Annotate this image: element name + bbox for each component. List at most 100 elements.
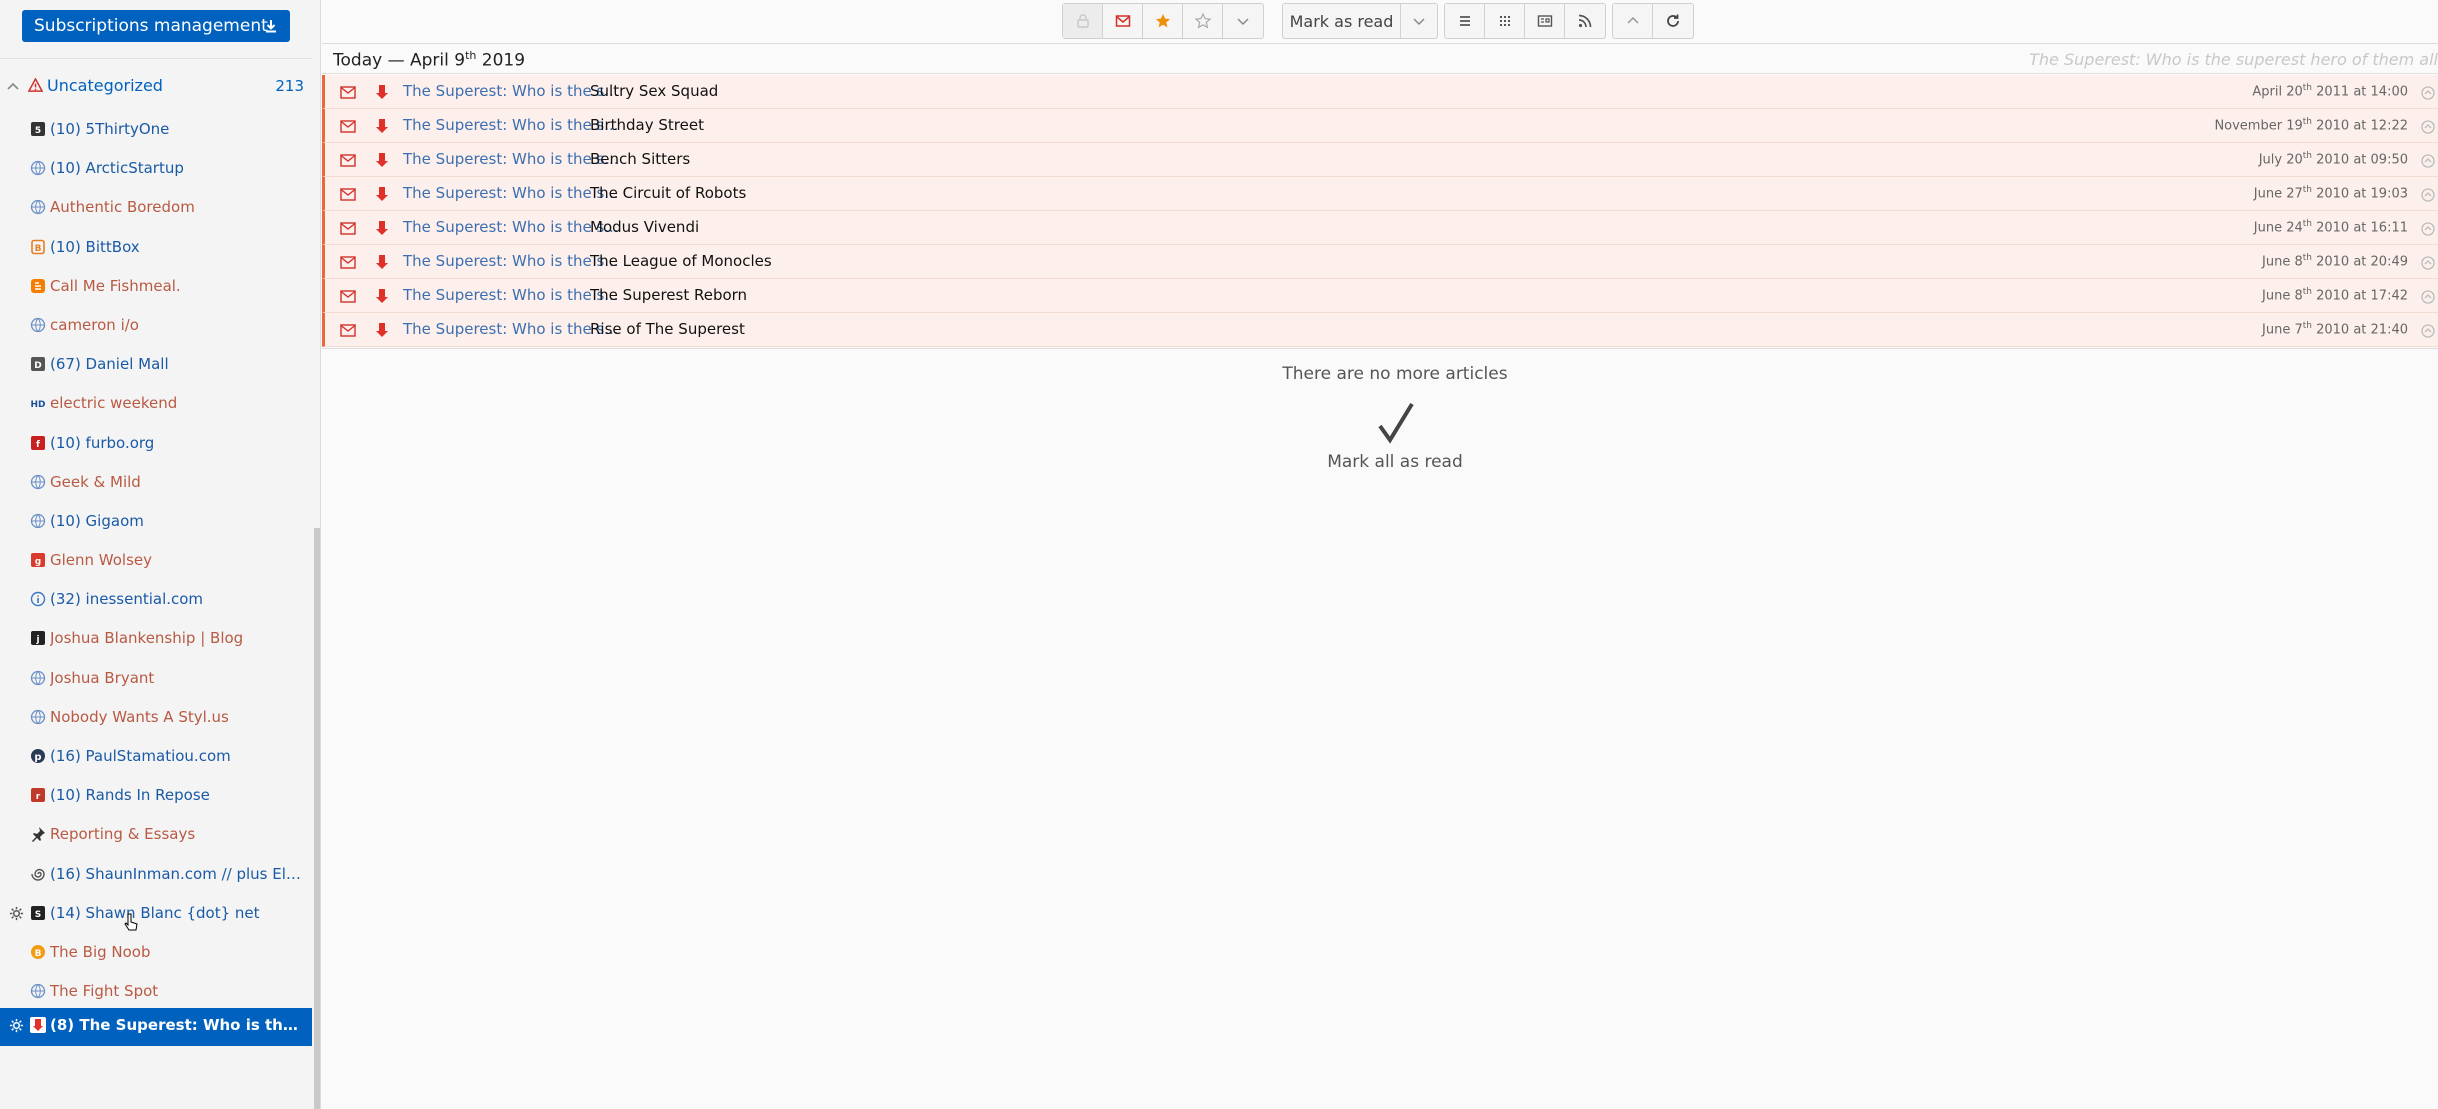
feed-item[interactable]: (16) ShaunInman.com // plus Elsewh... [0, 857, 312, 896]
normal-view-button[interactable] [1445, 4, 1485, 38]
article-feed-name[interactable]: The Superest: Who is the s... [403, 320, 619, 338]
feed-item[interactable]: (10) Gigaom [0, 504, 312, 543]
article-title[interactable]: The Circuit of Robots [590, 184, 746, 202]
feed-item[interactable]: j Joshua Blankenship | Blog [0, 621, 312, 660]
feed-item[interactable]: B The Big Noob [0, 935, 312, 974]
feed-item[interactable]: Reporting & Essays [0, 817, 312, 856]
superest-feed-icon [376, 119, 388, 133]
gear-icon[interactable] [9, 1018, 24, 1033]
article-feed-name[interactable]: The Superest: Who is the s... [403, 82, 619, 100]
share-icon[interactable] [2420, 153, 2436, 169]
article-row[interactable]: The Superest: Who is the s... Bench Sitte… [322, 143, 2438, 177]
article-row[interactable]: The Superest: Who is the s... The Superes… [322, 279, 2438, 313]
reader-view-button[interactable] [1525, 4, 1565, 38]
filter-dropdown-button[interactable] [1223, 4, 1263, 38]
mark-unread-envelope-icon[interactable] [340, 120, 356, 133]
chevron-up-icon[interactable] [7, 80, 19, 92]
share-icon[interactable] [2420, 85, 2436, 101]
article-date-day: June 8 [2262, 288, 2303, 304]
article-feed-name[interactable]: The Superest: Who is the s... [403, 116, 619, 134]
feed-item[interactable]: Nobody Wants A Styl.us [0, 700, 312, 739]
feed-item[interactable]: (32) inessential.com [0, 582, 312, 621]
article-feed-name[interactable]: The Superest: Who is the s... [403, 218, 619, 236]
share-icon[interactable] [2420, 119, 2436, 135]
navigation-group [1612, 3, 1694, 39]
main-panel: Mark as read Today — April 9th 2019 The … [322, 0, 2438, 1109]
feed-item[interactable]: r (10) Rands In Repose [0, 778, 312, 817]
mark-unread-envelope-icon[interactable] [340, 290, 356, 303]
article-row[interactable]: The Superest: Who is the s... The Circuit… [322, 177, 2438, 211]
feed-favicon-icon [30, 160, 46, 176]
mark-unread-envelope-icon[interactable] [340, 154, 356, 167]
article-feed-name[interactable]: The Superest: Who is the s... [403, 184, 619, 202]
share-icon[interactable] [2420, 255, 2436, 271]
mark-all-as-read-link[interactable]: Mark all as read [322, 452, 2438, 472]
share-icon[interactable] [2420, 323, 2436, 339]
feed-label: Joshua Bryant [50, 668, 155, 687]
mark-as-read-dropdown-button[interactable] [1401, 4, 1437, 38]
feed-item[interactable]: Geek & Mild [0, 465, 312, 504]
article-title[interactable]: Modus Vivendi [590, 218, 699, 236]
show-non-favorites-button[interactable] [1183, 4, 1223, 38]
article-feed-name[interactable]: The Superest: Who is the s... [403, 286, 619, 304]
feed-list: 5 (10) 5ThirtyOne (10) ArcticStartup Authen… [0, 112, 312, 1013]
feed-item[interactable]: cameron i/o [0, 308, 312, 347]
article-feed-name[interactable]: The Superest: Who is the s... [403, 150, 619, 168]
subscriptions-management-button[interactable]: Subscriptions management [22, 10, 290, 42]
feed-item[interactable]: Authentic Boredom [0, 190, 312, 229]
mark-unread-envelope-icon[interactable] [340, 86, 356, 99]
article-title[interactable]: Birthday Street [590, 116, 704, 134]
article-row[interactable]: The Superest: Who is the s... The League … [322, 245, 2438, 279]
sidebar-scrollbar[interactable] [314, 528, 320, 1109]
article-row[interactable]: The Superest: Who is the s... Rise of The… [322, 313, 2438, 347]
mark-as-read-button[interactable]: Mark as read [1283, 4, 1401, 38]
feed-item[interactable]: Joshua Bryant [0, 661, 312, 700]
mark-unread-envelope-icon[interactable] [340, 188, 356, 201]
feed-item[interactable]: g Glenn Wolsey [0, 543, 312, 582]
share-icon[interactable] [2420, 187, 2436, 203]
svg-text:j: j [35, 635, 39, 645]
article-title[interactable]: Sultry Sex Squad [590, 82, 718, 100]
share-icon[interactable] [2420, 221, 2436, 237]
article-title[interactable]: The Superest Reborn [590, 286, 747, 304]
feed-item[interactable]: p (16) PaulStamatiou.com [0, 739, 312, 778]
article-title[interactable]: Bench Sitters [590, 150, 690, 168]
article-title[interactable]: Rise of The Superest [590, 320, 745, 338]
show-favorites-button[interactable] [1143, 4, 1183, 38]
checkmark-icon[interactable] [1376, 400, 1416, 444]
article-list: The Superest: Who is the s... Sultry Sex … [322, 75, 2438, 347]
article-row[interactable]: The Superest: Who is the s... Modus Viven… [322, 211, 2438, 245]
article-title[interactable]: The League of Monocles [590, 252, 772, 270]
feed-item[interactable]: (10) ArcticStartup [0, 151, 312, 190]
gear-icon[interactable] [9, 906, 24, 921]
feed-favicon-icon [30, 317, 46, 333]
feed-item[interactable]: f (10) furbo.org [0, 426, 312, 465]
mark-unread-envelope-icon[interactable] [340, 222, 356, 235]
share-icon[interactable] [2420, 289, 2436, 305]
rss-button[interactable] [1565, 4, 1605, 38]
lock-button[interactable] [1063, 4, 1103, 38]
article-feed-name[interactable]: The Superest: Who is the s... [403, 252, 619, 270]
mark-unread-button[interactable] [1103, 4, 1143, 38]
feed-item[interactable]: S (14) Shawn Blanc {dot} net [0, 896, 312, 935]
feed-label: Authentic Boredom [50, 198, 195, 217]
feed-item[interactable]: 5 (10) 5ThirtyOne [0, 112, 312, 151]
feed-label: (8) The Superest: Who is the superes... [50, 1016, 305, 1034]
feed-item[interactable]: B (10) BittBox [0, 230, 312, 269]
article-date-day: June 7 [2262, 322, 2303, 338]
mark-unread-envelope-icon[interactable] [340, 324, 356, 337]
lock-icon [1076, 14, 1089, 28]
article-row[interactable]: The Superest: Who is the s... Sultry Sex … [322, 75, 2438, 109]
refresh-button[interactable] [1653, 4, 1693, 38]
feed-item[interactable]: D (67) Daniel Mall [0, 347, 312, 386]
category-uncategorized[interactable]: Uncategorized 213 [0, 75, 312, 99]
feed-item[interactable]: HD electric weekend [0, 386, 312, 425]
article-row[interactable]: The Superest: Who is the s... Birthday St… [322, 109, 2438, 143]
mark-unread-envelope-icon[interactable] [340, 256, 356, 269]
article-date: June 7th 2010 at 21:40 [2262, 321, 2408, 337]
previous-article-button[interactable] [1613, 4, 1653, 38]
grid-view-button[interactable] [1485, 4, 1525, 38]
feed-item-active[interactable]: (8) The Superest: Who is the superes... [0, 1008, 312, 1046]
day-title-prefix: Today — April 9 [333, 50, 466, 71]
feed-item[interactable]: Call Me Fishmeal. [0, 269, 312, 308]
